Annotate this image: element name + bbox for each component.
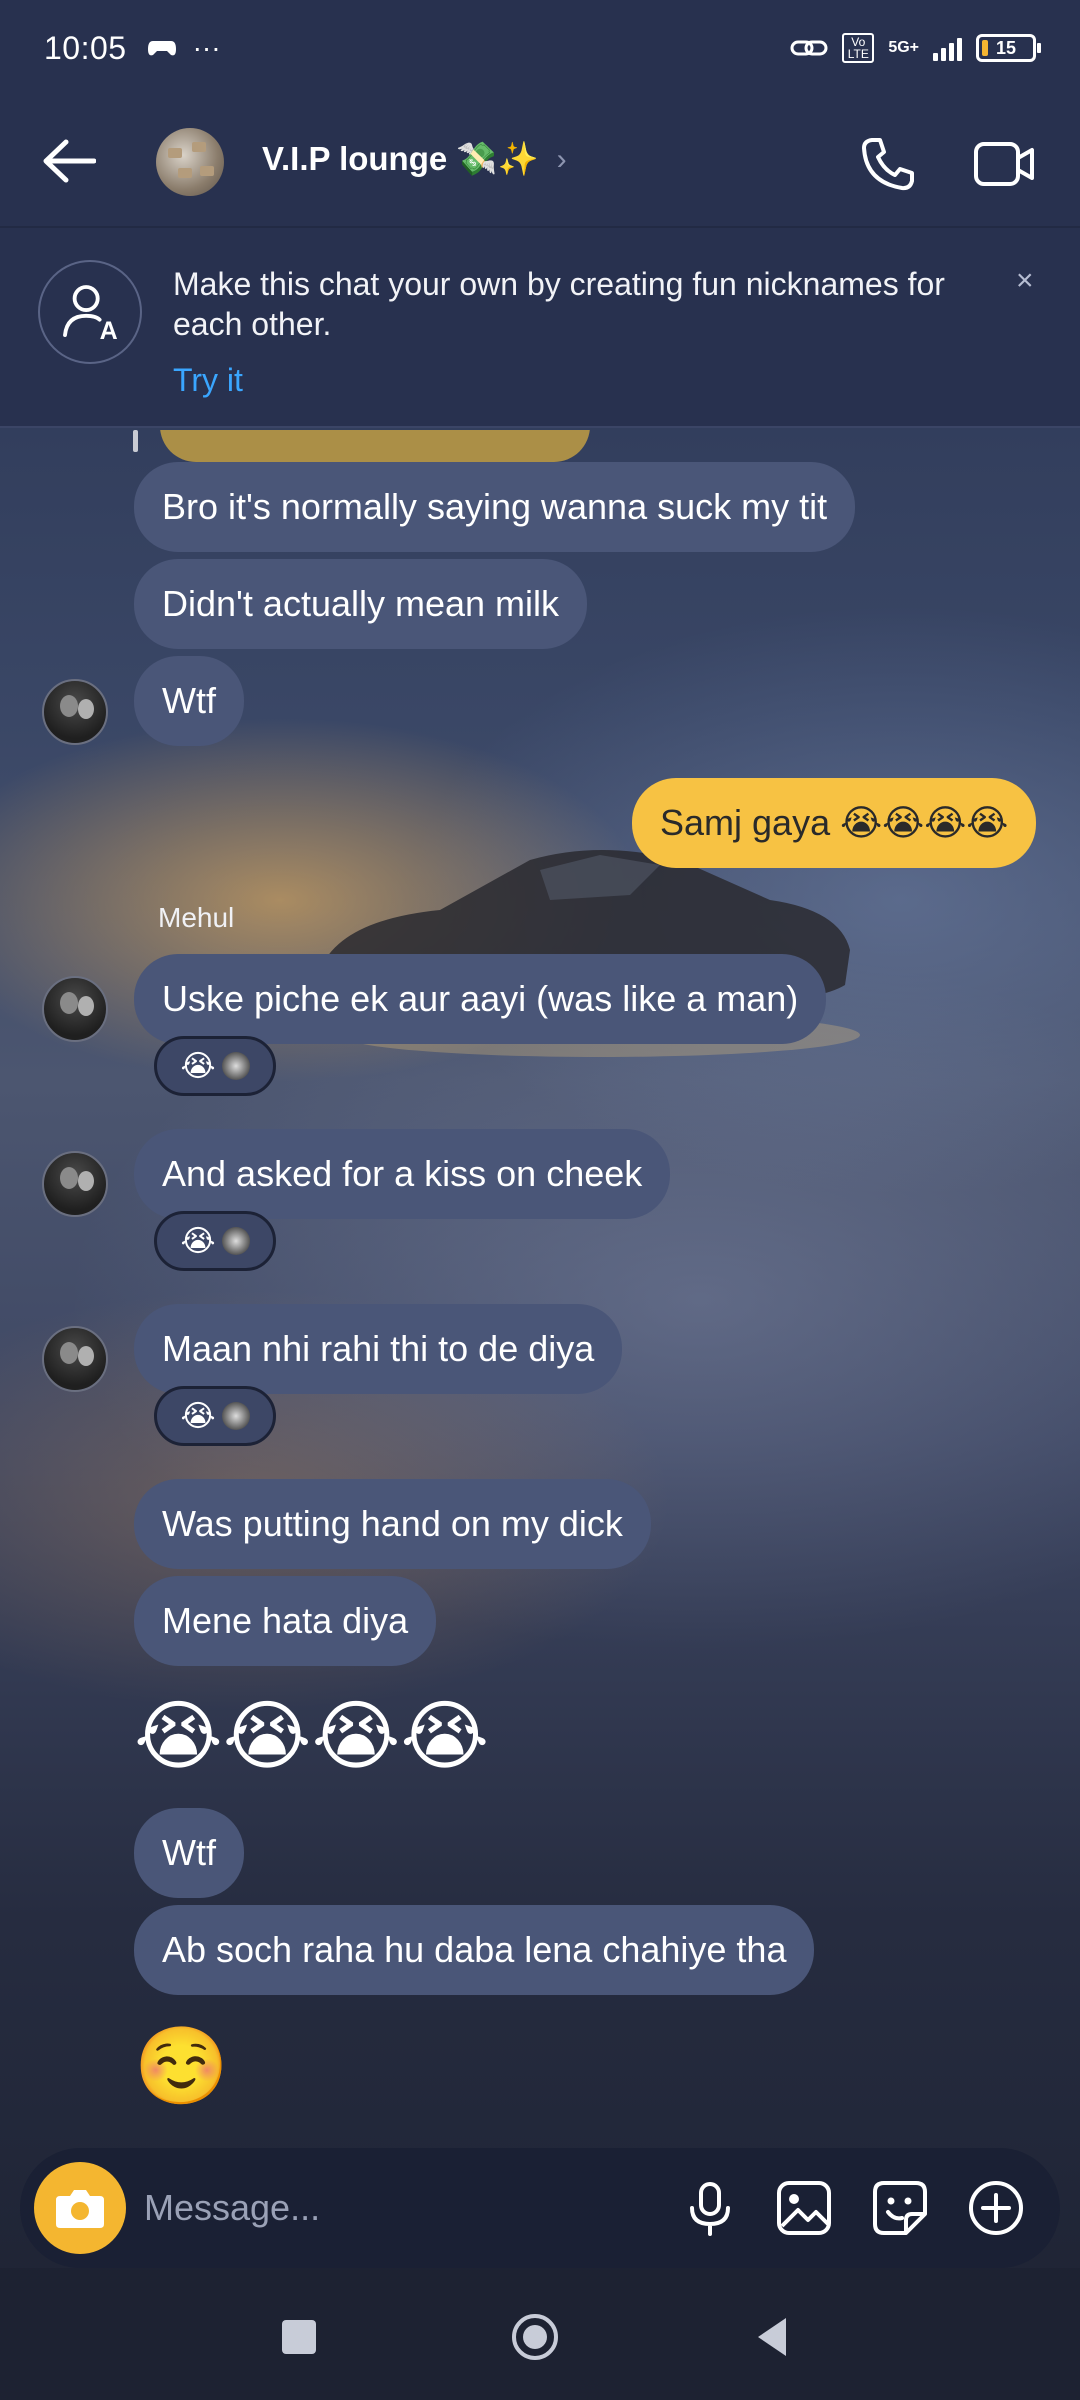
avatar[interactable] (42, 1326, 108, 1392)
emoji-message[interactable]: ☺️ (134, 2022, 229, 2112)
recents-icon[interactable] (274, 2312, 324, 2362)
close-icon[interactable]: × (1016, 264, 1034, 298)
message-bubble[interactable]: And asked for a kiss on cheek (134, 1129, 671, 1219)
phone-icon[interactable] (858, 134, 918, 194)
message-bubble[interactable]: Mene hata diya (134, 1576, 437, 1666)
status-time: 10:05 (44, 29, 127, 66)
reactor-avatar (221, 1402, 250, 1430)
svg-text:A: A (100, 317, 118, 345)
emoji-message[interactable]: 😭😭😭😭 (134, 1692, 489, 1782)
camera-icon (56, 2190, 104, 2228)
avatar[interactable] (42, 976, 108, 1042)
message-bubble[interactable]: Was putting hand on my dick (134, 1479, 651, 1569)
battery-icon: 15 (976, 34, 1041, 62)
nickname-icon: A (38, 260, 142, 364)
try-it-link[interactable]: Try it (173, 362, 243, 399)
microphone-icon[interactable] (680, 2178, 740, 2238)
chevron-right-icon: › (556, 142, 567, 176)
home-icon[interactable] (510, 2312, 560, 2362)
plus-icon[interactable] (966, 2178, 1026, 2238)
message-bubble[interactable]: Maan nhi rahi thi to de diya (134, 1304, 623, 1394)
avatar[interactable] (42, 679, 108, 745)
outgoing-message-bubble[interactable]: Samj gaya 😭😭😭😭 (632, 778, 1037, 868)
group-avatar[interactable] (156, 128, 224, 196)
reactor-avatar (221, 1052, 250, 1080)
message-input[interactable] (144, 2174, 664, 2242)
message-composer (20, 2148, 1060, 2268)
reactor-avatar (221, 1227, 250, 1255)
reply-bar (133, 430, 138, 452)
sender-name: Mehul (158, 902, 235, 933)
camera-button[interactable] (34, 2162, 126, 2254)
message-bubble[interactable]: Uske piche ek aur aayi (was like a man) (134, 954, 827, 1044)
link-icon (790, 40, 828, 56)
reaction-emoji: 😭 (180, 1224, 216, 1258)
reaction-pill[interactable]: 😭 (154, 1211, 276, 1271)
sticker-icon[interactable] (870, 2178, 930, 2238)
reaction-emoji: 😭 (180, 1049, 216, 1083)
reaction-emoji: 😭 (180, 1399, 216, 1433)
message-bubble[interactable]: Wtf (134, 1808, 244, 1898)
signal-icon (933, 35, 962, 61)
reaction-pill[interactable]: 😭 (154, 1386, 276, 1446)
battery-level: 15 (995, 37, 1017, 58)
network-type: 5G+ (888, 39, 919, 56)
chat-title-button[interactable]: V.I.P lounge 💸✨ › (262, 140, 567, 179)
back-arrow-icon[interactable] (40, 138, 96, 184)
volte-badge: Vo LTE (842, 33, 875, 63)
message-bubble[interactable]: Didn't actually mean milk (134, 559, 588, 649)
game-controller-icon (147, 41, 176, 56)
message-thread[interactable]: Bro it's normally saying wanna suck my t… (0, 430, 1080, 2140)
chat-title: V.I.P lounge 💸✨ (262, 140, 539, 177)
back-icon[interactable] (748, 2312, 798, 2362)
reaction-pill[interactable]: 😭 (154, 1036, 276, 1096)
video-camera-icon[interactable] (972, 136, 1036, 192)
message-bubble[interactable]: Bro it's normally saying wanna suck my t… (134, 462, 856, 552)
message-bubble[interactable]: Wtf (134, 656, 244, 746)
avatar[interactable] (42, 1151, 108, 1217)
status-overflow: ··· (192, 32, 221, 63)
gallery-icon[interactable] (774, 2178, 834, 2238)
system-navigation-bar (0, 2268, 1080, 2400)
banner-text: Make this chat your own by creating fun … (173, 266, 945, 342)
chat-header: V.I.P lounge 💸✨ › (0, 96, 1080, 226)
message-bubble[interactable]: Ab soch raha hu daba lena chahiye tha (134, 1905, 815, 1995)
status-bar: 10:05 ··· Vo LTE 5G+ 15 (0, 0, 1080, 96)
reply-preview[interactable] (160, 430, 590, 462)
nickname-banner: A Make this chat your own by creating fu… (0, 226, 1080, 428)
